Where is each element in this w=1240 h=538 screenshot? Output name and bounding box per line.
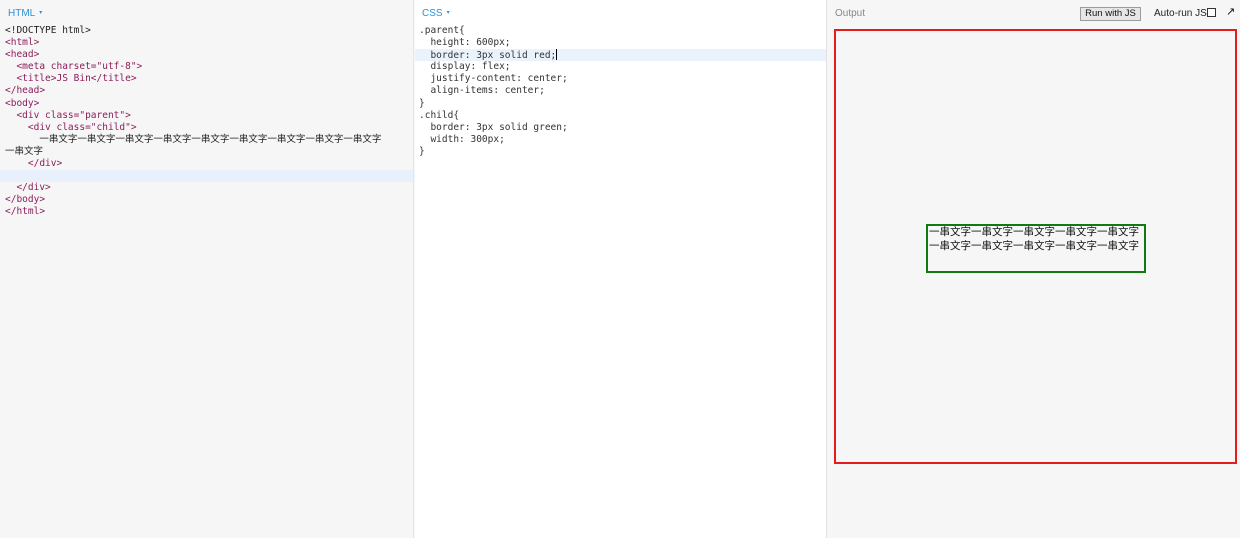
code-line-text: </div> bbox=[5, 182, 51, 194]
code-line-text: </head> bbox=[5, 85, 46, 97]
text-cursor bbox=[556, 49, 558, 61]
code-line: height: 600px; bbox=[415, 37, 826, 49]
code-line-text: 一串文字一串文字一串文字一串文字一串文字一串文字一串文字一串文字一串文字 bbox=[5, 133, 382, 145]
autorun-checkbox[interactable] bbox=[1207, 8, 1216, 17]
code-line: align-items: center; bbox=[415, 85, 826, 97]
code-line: .child{ bbox=[415, 110, 826, 122]
code-line-text: </div> bbox=[5, 158, 63, 170]
code-line: } bbox=[415, 98, 826, 110]
code-line: <body> bbox=[0, 98, 413, 110]
output-parent-box: 一串文字一串文字一串文字一串文字一串文字一串文字一串文字一串文字一串文字一串文字 bbox=[834, 29, 1237, 464]
html-code-editor[interactable]: <!DOCTYPE html> <html> <head> <meta char… bbox=[0, 25, 413, 219]
code-line-text: <html> bbox=[5, 37, 40, 49]
code-line: </div> bbox=[0, 158, 413, 170]
output-panel-title: Output bbox=[835, 8, 866, 19]
code-line-text: display: flex; bbox=[419, 61, 511, 73]
code-line: <div class="child"> bbox=[0, 122, 413, 134]
output-child-text: 一串文字一串文字一串文字一串文字一串文字一串文字一串文字一串文字一串文字一串文字 bbox=[929, 226, 1139, 252]
code-line: 一串文字 bbox=[0, 146, 413, 158]
code-line-active: border: 3px solid red; bbox=[415, 49, 826, 62]
code-line: border: 3px solid green; bbox=[415, 122, 826, 134]
chevron-down-icon[interactable]: ▾ bbox=[39, 10, 42, 16]
code-line: justify-content: center; bbox=[415, 73, 826, 85]
code-line-text: <head> bbox=[5, 49, 40, 61]
code-line: <div class="parent"> bbox=[0, 110, 413, 122]
code-line: <html> bbox=[0, 37, 413, 49]
autorun-label[interactable]: Auto-run JS bbox=[1154, 8, 1207, 19]
css-code-editor[interactable]: .parent{ height: 600px; border: 3px soli… bbox=[415, 25, 826, 158]
code-line: </body> bbox=[0, 194, 413, 206]
code-line-text: </html> bbox=[5, 206, 46, 218]
code-line: </div> bbox=[0, 182, 413, 194]
code-line: <meta charset="utf-8"> bbox=[0, 61, 413, 73]
code-line: </head> bbox=[0, 85, 413, 97]
output-child-box: 一串文字一串文字一串文字一串文字一串文字一串文字一串文字一串文字一串文字一串文字 bbox=[926, 224, 1146, 273]
chevron-down-icon[interactable]: ▾ bbox=[447, 10, 450, 16]
code-line-text: border: 3px solid red; bbox=[419, 50, 557, 62]
code-line: } bbox=[415, 146, 826, 158]
code-line: .parent{ bbox=[415, 25, 826, 37]
code-line-text: border: 3px solid green; bbox=[419, 121, 568, 133]
code-line-text: </body> bbox=[5, 194, 46, 206]
code-line-text: justify-content: center; bbox=[419, 73, 568, 85]
run-with-js-button[interactable]: Run with JS bbox=[1080, 7, 1141, 21]
popout-icon[interactable]: ↗ bbox=[1226, 5, 1235, 18]
css-editor-panel[interactable]: CSS ▾ .parent{ height: 600px; border: 3px… bbox=[415, 0, 827, 538]
code-line-text: width: 300px; bbox=[419, 133, 505, 145]
css-panel-title[interactable]: CSS bbox=[422, 8, 443, 19]
output-panel: Output Run with JS Auto-run JS ↗ 一串文字一串文… bbox=[828, 0, 1240, 538]
code-line-text: } bbox=[419, 145, 425, 157]
code-line-text: <div class="child"> bbox=[5, 121, 137, 133]
css-panel-tab[interactable]: CSS ▾ bbox=[422, 8, 450, 19]
html-panel-title[interactable]: HTML bbox=[8, 8, 35, 19]
code-line: width: 300px; bbox=[415, 134, 826, 146]
html-editor-panel[interactable]: HTML ▾ <!DOCTYPE html> <html> <head> <met… bbox=[0, 0, 414, 538]
code-line-active bbox=[0, 170, 413, 183]
code-line: <head> bbox=[0, 49, 413, 61]
code-line-text: <body> bbox=[5, 97, 40, 109]
code-line-text: <!DOCTYPE html> bbox=[5, 25, 91, 36]
code-line-text: align-items: center; bbox=[419, 85, 545, 97]
code-line: display: flex; bbox=[415, 61, 826, 73]
code-line: <!DOCTYPE html> bbox=[0, 25, 413, 37]
code-line: <title>JS Bin</title> bbox=[0, 73, 413, 85]
code-line-text: <meta charset="utf-8"> bbox=[5, 61, 143, 73]
code-line-text: height: 600px; bbox=[419, 37, 511, 49]
code-line-text: } bbox=[419, 97, 425, 109]
code-line-text: .parent{ bbox=[419, 25, 465, 36]
code-line-text: 一串文字 bbox=[5, 145, 44, 157]
code-line: 一串文字一串文字一串文字一串文字一串文字一串文字一串文字一串文字一串文字 bbox=[0, 134, 413, 146]
code-line-text: .child{ bbox=[419, 109, 460, 121]
code-line-text: <title>JS Bin</title> bbox=[5, 73, 137, 85]
code-line-text: <div class="parent"> bbox=[5, 109, 131, 121]
html-panel-tab[interactable]: HTML ▾ bbox=[8, 8, 42, 19]
code-line: </html> bbox=[0, 206, 413, 218]
